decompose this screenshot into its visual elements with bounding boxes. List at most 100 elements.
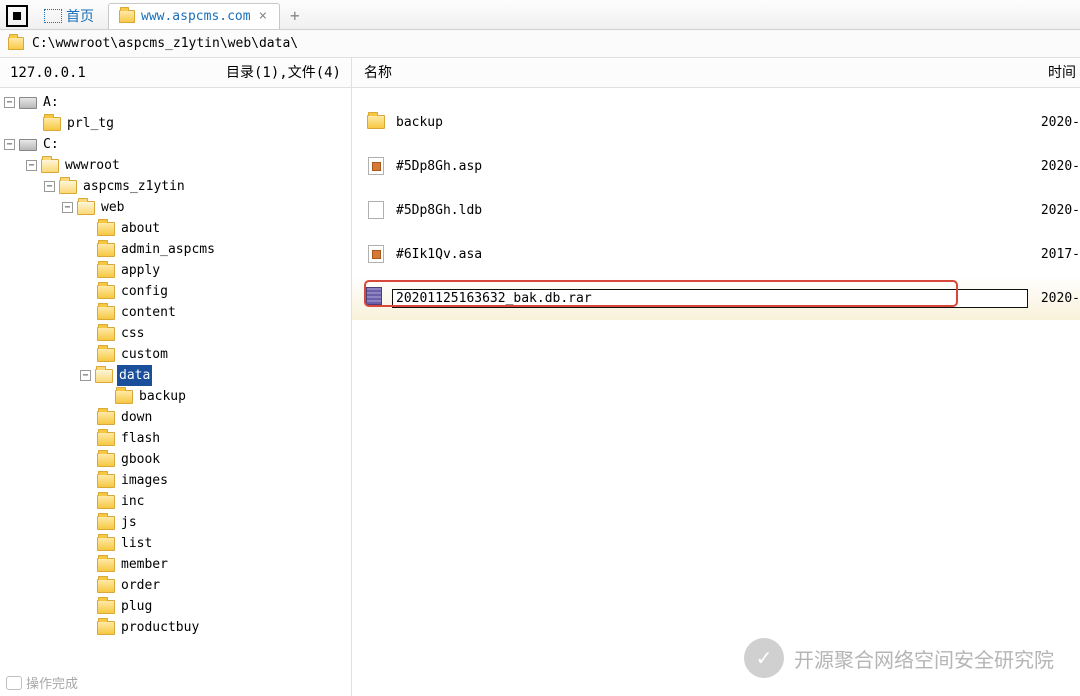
folder-icon — [97, 495, 115, 509]
tree-folder-down[interactable]: down — [4, 407, 347, 428]
tab-url[interactable]: www.aspcms.com × — [108, 3, 280, 29]
tree-folder-data[interactable]: − data — [4, 365, 347, 386]
ldb-file-icon — [368, 201, 384, 219]
folder-icon — [97, 348, 115, 362]
tree-folder-aspcms[interactable]: − aspcms_z1ytin — [4, 176, 347, 197]
home-dotted-icon — [44, 9, 62, 23]
tree-folder-backup[interactable]: backup — [4, 386, 347, 407]
tree-folder-order[interactable]: order — [4, 575, 347, 596]
watermark: ✓ 开源聚合网络空间安全研究院 — [744, 638, 1054, 678]
collapse-icon[interactable]: − — [4, 139, 15, 150]
path-text: C:\wwwroot\aspcms_z1ytin\web\data\ — [32, 36, 298, 51]
list-item[interactable]: #5Dp8Gh.asp 2020- — [352, 144, 1080, 188]
tree-folder-member[interactable]: member — [4, 554, 347, 575]
folder-icon — [97, 243, 115, 257]
collapse-icon[interactable]: − — [80, 370, 91, 381]
tree-folder-images[interactable]: images — [4, 470, 347, 491]
tree-folder-wwwroot[interactable]: − wwwroot — [4, 155, 347, 176]
folder-icon — [8, 37, 24, 50]
folder-icon — [97, 327, 115, 341]
col-name[interactable]: 名称 — [352, 58, 1020, 87]
tree-folder-admin[interactable]: admin_aspcms — [4, 239, 347, 260]
list-item-renaming[interactable]: 2020- — [352, 276, 1080, 320]
folder-icon — [119, 10, 135, 23]
tree-drive-c[interactable]: − C: — [4, 134, 347, 155]
tree-folder-list[interactable]: list — [4, 533, 347, 554]
file-time: 2020- — [1020, 115, 1080, 130]
file-name: #6Ik1Qv.asa — [396, 247, 1020, 262]
folder-icon — [97, 411, 115, 425]
list-header: 名称 时间 — [352, 58, 1080, 88]
tree-folder-inc[interactable]: inc — [4, 491, 347, 512]
app-logo-icon — [6, 5, 28, 27]
tree-body: − A: prl_tg − C: − wwwroot — [0, 88, 351, 696]
file-name: #5Dp8Gh.ldb — [396, 203, 1020, 218]
collapse-icon[interactable]: − — [4, 97, 15, 108]
content: 127.0.0.1 目录(1),文件(4) − A: prl_tg − C: — [0, 58, 1080, 696]
folder-icon — [97, 474, 115, 488]
folder-icon — [97, 264, 115, 278]
tab-url-label: www.aspcms.com — [141, 9, 251, 24]
tree-folder-plug[interactable]: plug — [4, 596, 347, 617]
file-name: backup — [396, 115, 1020, 130]
tree-folder-prltg[interactable]: prl_tg — [4, 113, 347, 134]
status-text: 操作完成 — [6, 673, 78, 692]
tab-home-label: 首页 — [66, 6, 94, 26]
file-time: 2020- — [1041, 291, 1080, 306]
list-item[interactable]: #5Dp8Gh.ldb 2020- — [352, 188, 1080, 232]
tree-folder-flash[interactable]: flash — [4, 428, 347, 449]
tree-summary: 目录(1),文件(4) — [226, 58, 341, 87]
folder-icon — [115, 390, 133, 404]
collapse-icon[interactable]: − — [26, 160, 37, 171]
tree-host: 127.0.0.1 — [10, 58, 86, 87]
folder-icon — [97, 600, 115, 614]
list-item[interactable]: #6Ik1Qv.asa 2017- — [352, 232, 1080, 276]
tree-folder-content[interactable]: content — [4, 302, 347, 323]
col-time[interactable]: 时间 — [1020, 58, 1080, 87]
tab-close-icon[interactable]: × — [257, 8, 269, 24]
tree-folder-productbuy[interactable]: productbuy — [4, 617, 347, 638]
list-item[interactable]: backup 2020- — [352, 100, 1080, 144]
folder-icon — [43, 117, 61, 131]
drive-icon — [19, 139, 37, 151]
drive-icon — [19, 97, 37, 109]
tree-folder-about[interactable]: about — [4, 218, 347, 239]
list-body: backup 2020- #5Dp8Gh.asp 2020- #5Dp8Gh.l… — [352, 88, 1080, 696]
folder-icon — [97, 579, 115, 593]
tree-drive-a[interactable]: − A: — [4, 92, 347, 113]
tree-folder-js[interactable]: js — [4, 512, 347, 533]
tree-header: 127.0.0.1 目录(1),文件(4) — [0, 58, 351, 88]
tab-bar: 首页 www.aspcms.com × + — [0, 0, 1080, 30]
asp-file-icon — [368, 157, 384, 175]
rename-input[interactable] — [392, 289, 1028, 308]
collapse-icon[interactable]: − — [44, 181, 55, 192]
tab-home[interactable]: 首页 — [34, 2, 104, 30]
file-time: 2020- — [1020, 203, 1080, 218]
watermark-text: 开源聚合网络空间安全研究院 — [794, 644, 1054, 673]
folder-icon — [97, 558, 115, 572]
folder-icon — [97, 621, 115, 635]
folder-icon — [97, 537, 115, 551]
tree-folder-css[interactable]: css — [4, 323, 347, 344]
folder-icon — [97, 432, 115, 446]
file-time: 2020- — [1020, 159, 1080, 174]
tree-folder-web[interactable]: − web — [4, 197, 347, 218]
folder-open-icon — [59, 180, 77, 194]
status-icon — [6, 676, 22, 690]
folder-icon — [97, 516, 115, 530]
tree-folder-gbook[interactable]: gbook — [4, 449, 347, 470]
tab-add-icon[interactable]: + — [290, 6, 300, 25]
folder-open-icon — [95, 369, 113, 383]
tree-folder-config[interactable]: config — [4, 281, 347, 302]
folder-open-icon — [41, 159, 59, 173]
tree-folder-apply[interactable]: apply — [4, 260, 347, 281]
wechat-icon: ✓ — [744, 638, 784, 678]
file-time: 2017- — [1020, 247, 1080, 262]
folder-icon — [97, 453, 115, 467]
collapse-icon[interactable]: − — [62, 202, 73, 213]
tree-folder-custom[interactable]: custom — [4, 344, 347, 365]
folder-icon — [367, 115, 385, 129]
list-pane: 名称 时间 backup 2020- #5Dp8Gh.asp 2020- #5D… — [352, 58, 1080, 696]
folder-icon — [97, 285, 115, 299]
rar-file-icon — [366, 287, 382, 305]
